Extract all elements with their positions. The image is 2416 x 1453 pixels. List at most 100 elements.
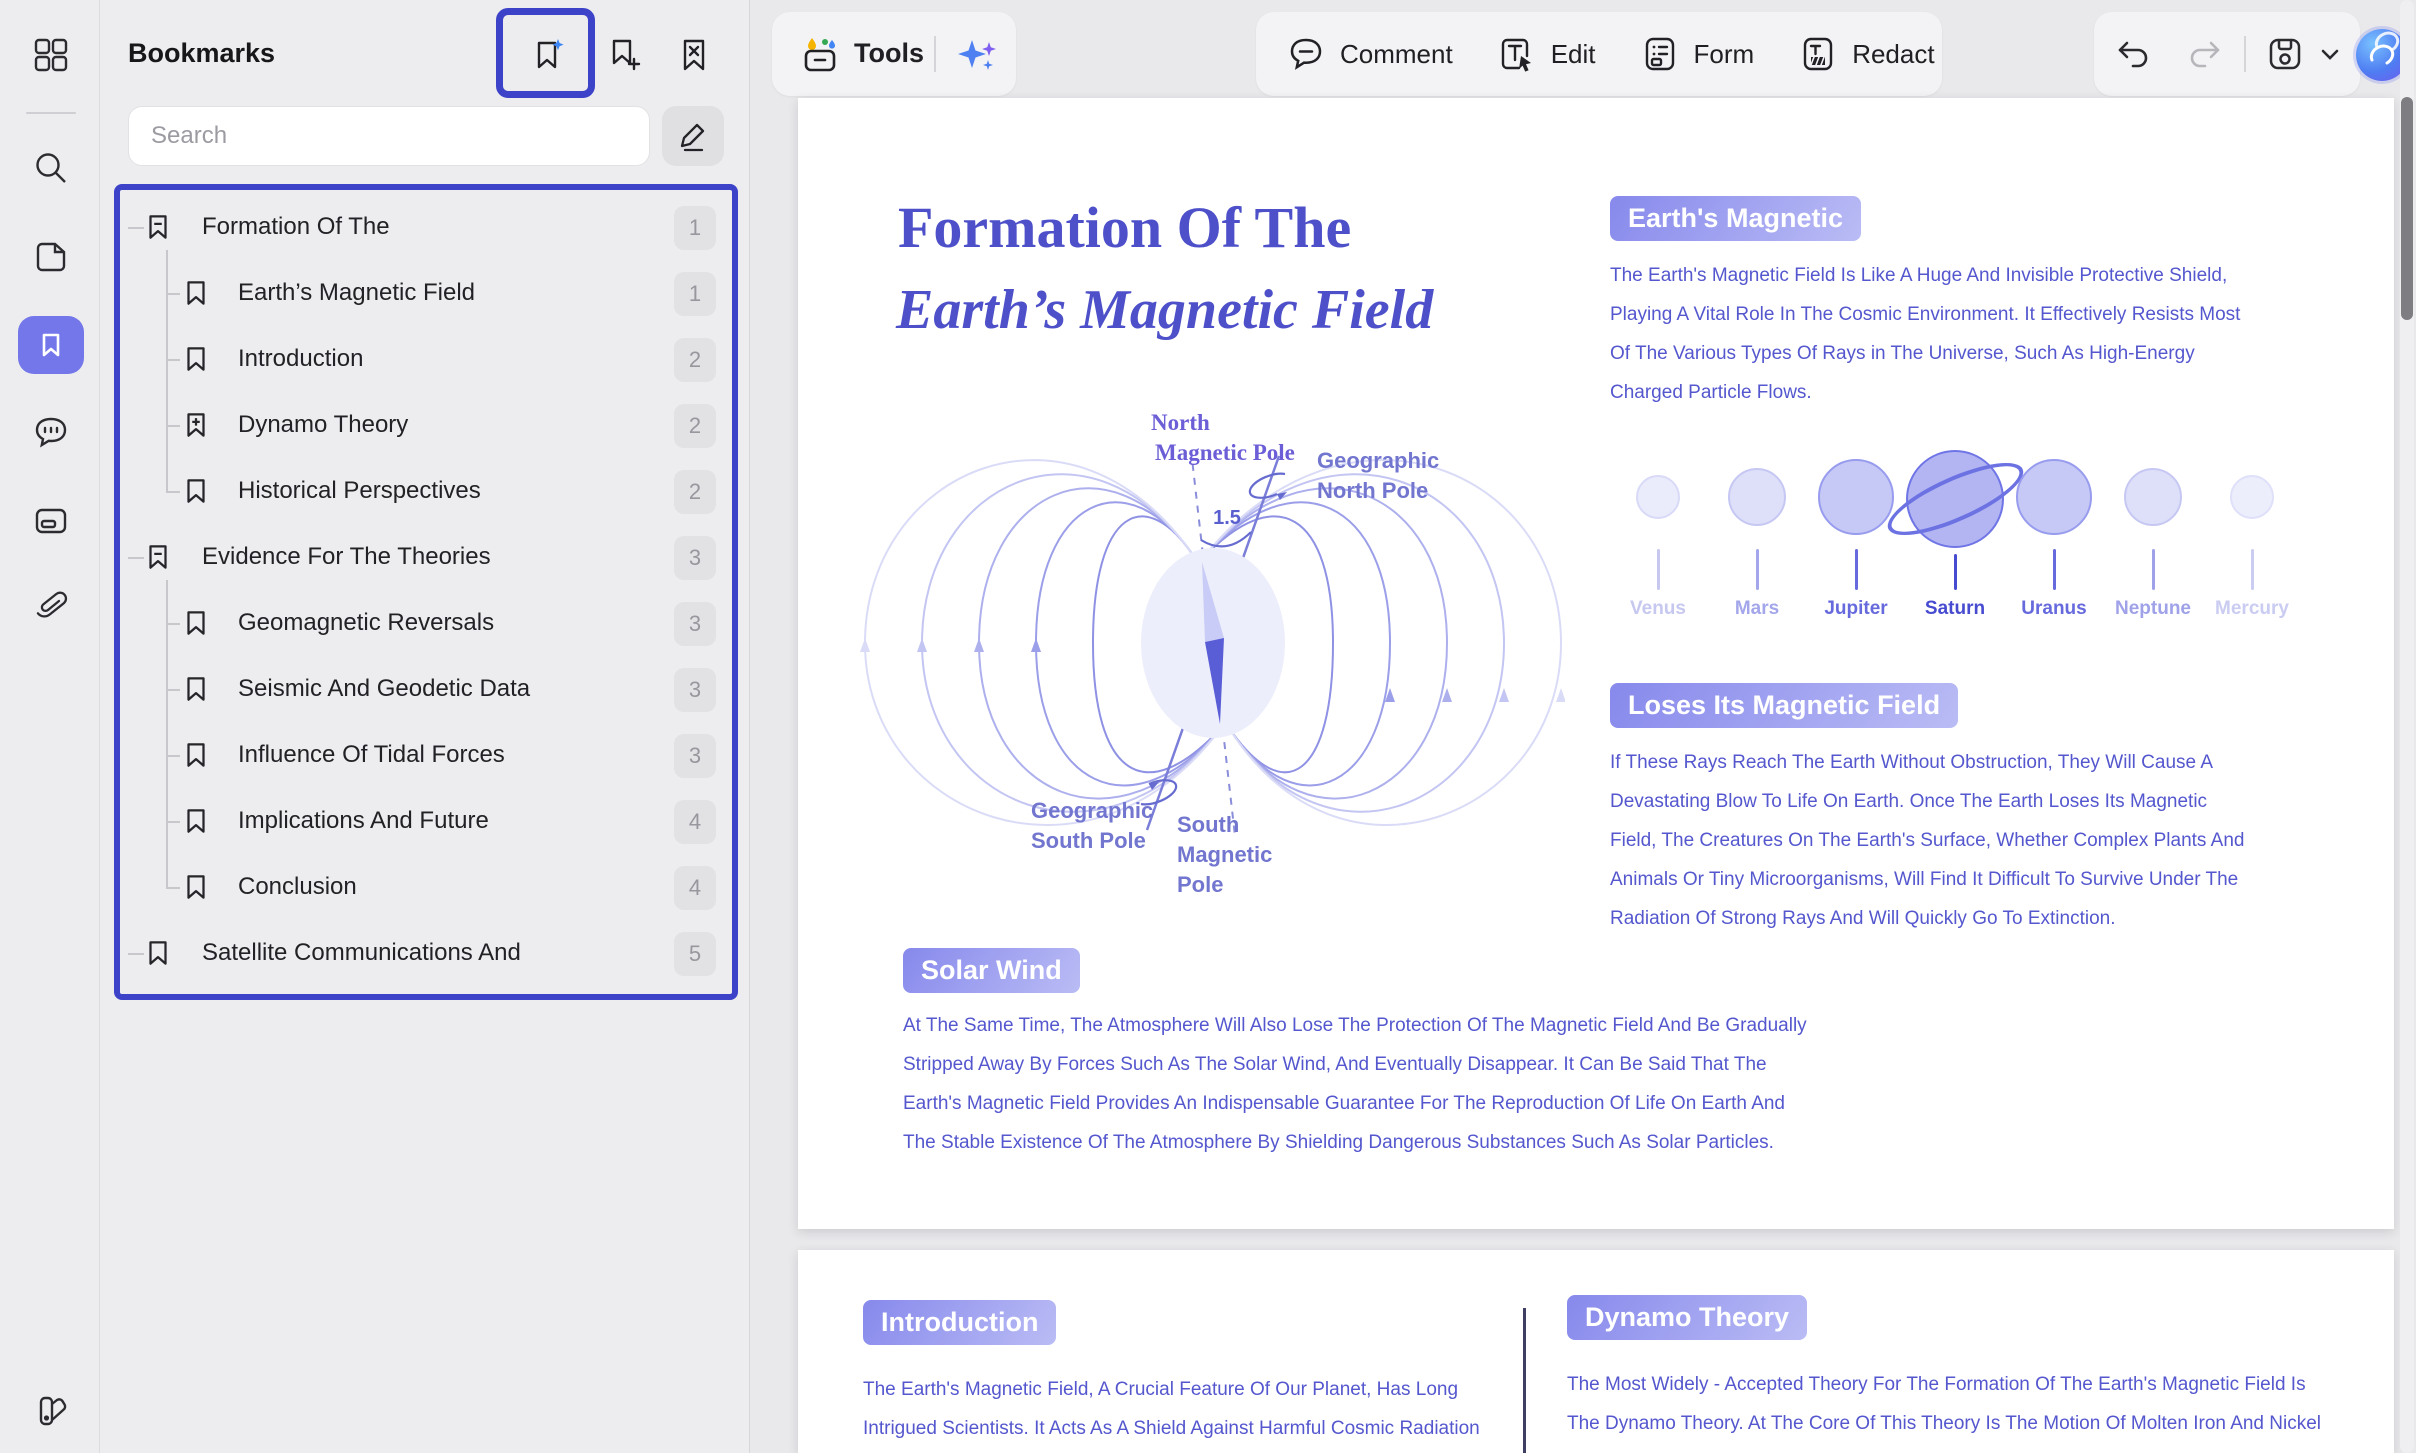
planet-item: Mercury — [2204, 450, 2300, 620]
redo-button[interactable] — [2185, 34, 2225, 74]
section-badge: Earth's Magnetic — [1610, 196, 1861, 241]
bookmark-label: Seismic And Geodetic Data — [238, 675, 530, 703]
sidebar-rail — [0, 0, 100, 1453]
tab-label: Comment — [1340, 39, 1453, 70]
tab-edit[interactable]: Edit — [1497, 34, 1596, 74]
apps-grid-icon[interactable] — [31, 35, 71, 75]
bookmark-icon — [143, 938, 173, 968]
diagram-label: South — [1177, 812, 1239, 837]
planet-label: Uranus — [2021, 598, 2086, 620]
text-line: Radiation Of Strong Rays And Will Quickl… — [1610, 899, 2310, 938]
bookmark-page-number: 3 — [674, 536, 716, 580]
tab-label: Edit — [1551, 39, 1596, 70]
bookmark-row[interactable]: Influence Of Tidal Forces3 — [120, 723, 732, 789]
bookmark-list: Formation Of The1Earth’s Magnetic Field1… — [114, 184, 738, 1000]
bookmark-icon — [143, 212, 173, 242]
selection-highlight-box — [496, 8, 595, 98]
remove-bookmark-button[interactable] — [666, 27, 722, 83]
axis-tilt-angle-label: 1.5 — [1213, 507, 1241, 529]
bookmark-icon — [181, 872, 211, 902]
sparkle-icon — [958, 40, 986, 68]
bookmark-row[interactable]: Dynamo Theory2 — [120, 393, 732, 459]
field-arrow — [1556, 688, 1565, 702]
field-arrow — [1499, 688, 1509, 702]
swatches-icon[interactable] — [31, 1392, 71, 1432]
bookmark-label: Conclusion — [238, 873, 357, 901]
attachments-icon[interactable] — [31, 587, 71, 627]
neptune-planet-icon — [2124, 468, 2182, 526]
save-button[interactable] — [2265, 34, 2305, 74]
tab-form[interactable]: Form — [1640, 34, 1755, 74]
ai-sparkle-button[interactable] — [954, 32, 1000, 78]
document-pages-icon[interactable] — [31, 237, 71, 277]
uranus-planet-icon — [2016, 459, 2092, 535]
bookmark-label: Formation Of The — [202, 213, 390, 241]
tab-comment[interactable]: Comment — [1286, 34, 1453, 74]
tab-redact[interactable]: Redact — [1798, 34, 1934, 74]
text-line: Field, The Creatures On The Earth's Surf… — [1610, 821, 2310, 860]
bookmark-page-number: 1 — [674, 272, 716, 316]
bookmark-icon — [181, 278, 211, 308]
section-badge: Solar Wind — [903, 948, 1080, 993]
text-line: The Stable Existence Of The Atmosphere B… — [903, 1123, 1903, 1162]
toolbar-divider — [2244, 36, 2246, 72]
save-options-button[interactable] — [2316, 34, 2344, 74]
pdf-page-2[interactable]: Introduction The Earth's Magnetic Field,… — [798, 1250, 2394, 1453]
planet-label: Mars — [1735, 598, 1779, 620]
bookmark-row[interactable]: Introduction2 — [120, 327, 732, 393]
tree-connector — [166, 491, 180, 493]
venus-planet-icon — [1636, 475, 1680, 519]
magnetic-field-diagram: North Magnetic Pole Geographic North Pol… — [855, 390, 1565, 905]
bookmark-row[interactable]: Implications And Future4 — [120, 789, 732, 855]
edit-bookmarks-button[interactable] — [662, 106, 724, 166]
toolbox-icon[interactable] — [798, 32, 842, 76]
scrollbar-thumb[interactable] — [2401, 97, 2413, 320]
bookmark-page-number: 5 — [674, 932, 716, 976]
tools-button[interactable]: Tools — [854, 38, 924, 69]
text-line: Intrigued Scientists. It Acts As A Shiel… — [863, 1409, 1523, 1448]
paragraph: At The Same Time, The Atmosphere Will Al… — [903, 1006, 1903, 1162]
planet-item: Venus — [1610, 450, 1706, 620]
bookmark-page-number: 2 — [674, 338, 716, 382]
sidebar-item-bookmarks[interactable] — [18, 316, 84, 374]
text-line: Devastating Blow To Life On Earth. Once … — [1610, 782, 2310, 821]
search-icon[interactable] — [31, 148, 71, 188]
bookmark-row[interactable]: Historical Perspectives2 — [120, 459, 732, 525]
field-arrow — [1442, 688, 1452, 702]
planet-label: Venus — [1630, 598, 1686, 620]
redo-icon — [2186, 35, 2224, 73]
paragraph: If These Rays Reach The Earth Without Ob… — [1610, 743, 2310, 938]
bookmark-icon — [33, 327, 69, 363]
bookmark-row[interactable]: Evidence For The Theories3 — [120, 525, 732, 591]
bookmark-row[interactable]: Earth’s Magnetic Field1 — [120, 261, 732, 327]
add-bookmark-button[interactable] — [595, 27, 651, 83]
diagram-label: Magnetic Pole — [1155, 440, 1295, 465]
bookmark-row[interactable]: Geomagnetic Reversals3 — [120, 591, 732, 657]
search-input[interactable] — [128, 106, 650, 166]
document-title-line2: Earth’s Magnetic Field — [896, 278, 1433, 342]
tree-connector — [166, 425, 180, 427]
bookmark-row[interactable]: Formation Of The1 — [120, 195, 732, 261]
bookmark-icon — [181, 410, 211, 440]
text-line: Charged Particle Flows. — [1610, 373, 2310, 412]
bookmark-row[interactable]: Seismic And Geodetic Data3 — [120, 657, 732, 723]
text-line: Animals Or Tiny Microorganisms, Will Fin… — [1610, 860, 2310, 899]
text-line: The Dynamo Theory. At The Core Of This T… — [1567, 1404, 2367, 1443]
thumbnails-icon[interactable] — [31, 501, 71, 541]
bookmark-row[interactable]: Satellite Communications And5 — [120, 921, 732, 987]
pencil-icon — [676, 119, 710, 153]
edit-text-icon — [1497, 34, 1537, 74]
pdf-page-1[interactable]: Formation Of The Earth’s Magnetic Field … — [798, 98, 2394, 1229]
tree-connector — [166, 887, 180, 889]
bookmark-row[interactable]: Conclusion4 — [120, 855, 732, 921]
tree-connector — [128, 557, 144, 559]
document-viewer: Tools Co — [750, 0, 2416, 1453]
section-badge: Introduction — [863, 1300, 1056, 1345]
planet-item: Uranus — [2006, 450, 2102, 620]
planet-item: Mars — [1709, 450, 1805, 620]
undo-icon — [2114, 35, 2152, 73]
bookmark-icon — [181, 872, 211, 902]
comments-icon[interactable] — [31, 412, 71, 452]
planet-label: Mercury — [2215, 598, 2289, 620]
undo-button[interactable] — [2113, 34, 2153, 74]
